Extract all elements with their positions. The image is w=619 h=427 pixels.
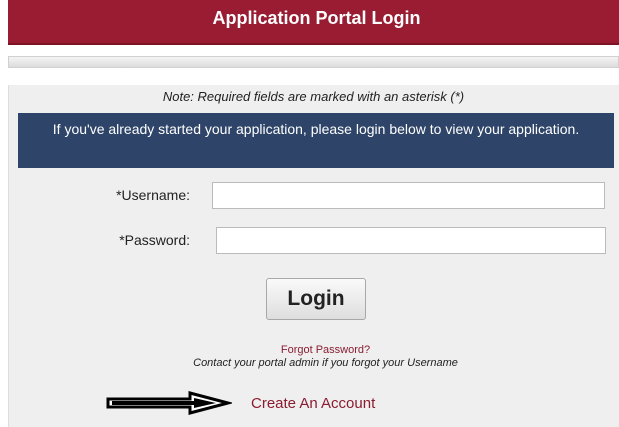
page-title: Application Portal Login — [212, 8, 421, 28]
password-input[interactable] — [216, 227, 606, 254]
username-input[interactable] — [212, 182, 605, 209]
login-button[interactable]: Login — [266, 278, 366, 320]
password-label: *Password: — [119, 232, 190, 248]
login-info-banner: If you've already started your applicati… — [18, 113, 614, 168]
contact-admin-note: Contact your portal admin if you forgot … — [193, 357, 458, 369]
right-arrow-icon — [106, 391, 232, 415]
create-account-link[interactable]: Create An Account — [251, 395, 375, 412]
header-divider-bar — [8, 56, 619, 68]
username-label: *Username: — [116, 187, 190, 203]
header-bar: Application Portal Login — [8, 0, 619, 45]
required-fields-note: Note: Required fields are marked with an… — [162, 89, 465, 104]
login-page: Application Portal Login Note: Required … — [0, 0, 619, 427]
forgot-password-link[interactable]: Forgot Password? — [0, 344, 619, 356]
